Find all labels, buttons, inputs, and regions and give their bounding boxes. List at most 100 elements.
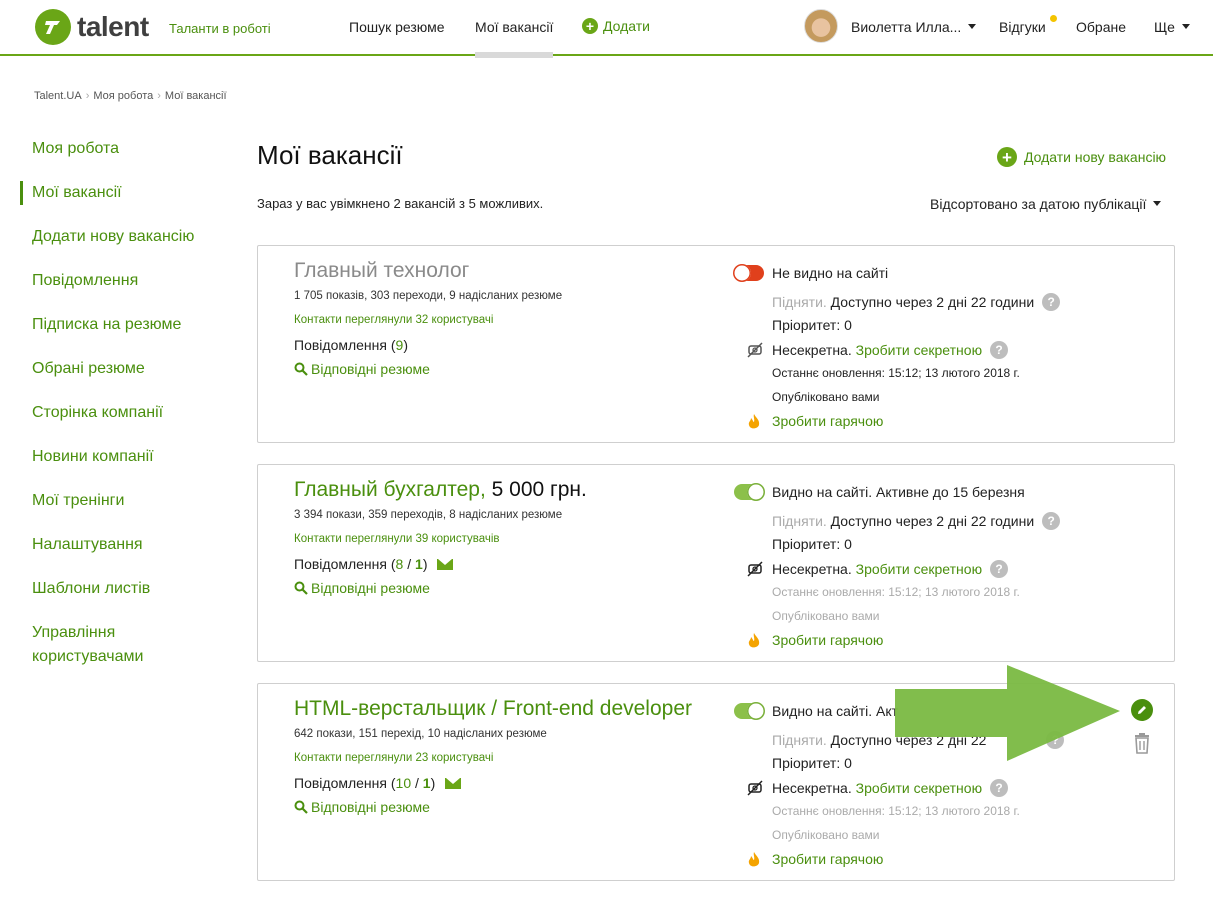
sidebar-item-company-news[interactable]: Новини компанії <box>20 445 230 469</box>
logo-text: talent <box>77 11 149 42</box>
sidebar-item-my-trainings[interactable]: Мої тренінги <box>20 489 230 513</box>
help-icon[interactable]: ? <box>990 779 1009 797</box>
breadcrumb: Talent.UA › Моя робота › Мої вакансії <box>34 90 227 102</box>
breadcrumb-my-work[interactable]: Моя робота <box>93 90 153 102</box>
visibility-toggle[interactable] <box>734 483 765 501</box>
breadcrumb-home[interactable]: Talent.UA <box>34 90 82 102</box>
breadcrumb-separator-icon: › <box>85 90 90 102</box>
secret-row: Несекретна. Зробити секретною ? <box>772 341 1009 359</box>
delete-vacancy-button[interactable] <box>1132 732 1152 754</box>
matching-resumes-link[interactable]: Відповідні резюме <box>294 799 430 815</box>
vacancy-contacts-viewed[interactable]: Контакти переглянули 23 користувачі <box>294 752 493 764</box>
messages-count[interactable]: 8 <box>396 556 404 572</box>
published-by: Опубліковано вами <box>772 828 880 842</box>
sort-dropdown[interactable]: Відсортовано за датою публікації <box>930 196 1162 212</box>
visibility-row: Видно на сайті. Активне до 15 березня <box>734 483 1025 501</box>
last-update: Останнє оновлення: 15:12; 13 лютого 2018… <box>772 585 1020 599</box>
raise-link[interactable]: Підняти. <box>772 294 827 310</box>
site-logo[interactable]: talent <box>35 9 149 45</box>
sidebar-item-messages[interactable]: Повідомлення <box>20 269 230 293</box>
vacancy-contacts-viewed[interactable]: Контакти переглянули 32 користувачі <box>294 314 493 326</box>
chevron-down-icon <box>968 24 977 29</box>
raise-link[interactable]: Підняти. <box>772 513 827 529</box>
sidebar-item-settings[interactable]: Налаштування <box>20 533 230 557</box>
vacancies-summary: Зараз у вас увімкнено 2 вакансій з 5 мож… <box>257 196 544 211</box>
visibility-toggle[interactable] <box>733 264 764 282</box>
secret-row: Несекретна. Зробити секретною ? <box>772 779 1009 797</box>
help-icon[interactable]: ? <box>990 560 1009 578</box>
sidebar-item-letter-templates[interactable]: Шаблони листів <box>20 577 230 601</box>
nav-add-label: Додати <box>603 18 650 34</box>
nav-add-button[interactable]: + Додати <box>582 18 650 34</box>
make-secret-link[interactable]: Зробити секретною <box>856 780 982 796</box>
matching-resumes-link[interactable]: Відповідні резюме <box>294 580 430 596</box>
make-hot-link[interactable]: Зробити гарячою <box>772 413 883 429</box>
breadcrumb-separator-icon: › <box>157 90 161 102</box>
sidebar-item-company-page[interactable]: Сторінка компанії <box>20 401 230 425</box>
visibility-toggle[interactable] <box>734 702 765 720</box>
sidebar-item-my-vacancies[interactable]: Мої вакансії <box>20 181 230 205</box>
user-menu[interactable]: Виолетта Илла... <box>851 19 977 35</box>
vacancy-stats: 1 705 показів, 303 переходи, 9 надіслани… <box>294 290 563 302</box>
vacancy-card: Главный технолог 1 705 показів, 303 пере… <box>257 245 1175 443</box>
nav-more[interactable]: Ще <box>1154 19 1190 35</box>
raise-row: Підняти. Доступно через 2 дні 22 години … <box>772 512 1061 530</box>
vacancy-messages: Повідомлення (10 / 1) <box>294 775 462 791</box>
matching-resumes-label: Відповідні резюме <box>311 580 430 596</box>
breadcrumb-current: Мої вакансії <box>164 90 227 102</box>
top-header: talent Таланти в роботі Пошук резюме Мої… <box>0 0 1213 58</box>
vacancy-title[interactable]: HTML-верстальщик / Front-end developer <box>294 697 692 721</box>
raise-link[interactable]: Підняти. <box>772 732 827 748</box>
messages-new-count[interactable]: 1 <box>415 556 423 572</box>
matching-resumes-link[interactable]: Відповідні резюме <box>294 361 430 377</box>
notification-dot <box>1050 15 1057 22</box>
mail-icon[interactable] <box>445 777 462 789</box>
raise-availability: Доступно через 2 дні 22 години <box>830 513 1035 529</box>
nav-favorites[interactable]: Обране <box>1076 19 1126 35</box>
search-icon <box>294 800 308 814</box>
messages-count[interactable]: 10 <box>396 775 412 791</box>
add-new-vacancy-button[interactable]: + Додати нову вакансію <box>997 147 1166 167</box>
vacancy-contacts-viewed[interactable]: Контакти переглянули 39 користувачів <box>294 533 500 545</box>
vacancy-title[interactable]: Главный бухгалтер, 5 000 грн. <box>294 478 587 502</box>
nav-search-resumes[interactable]: Пошук резюме <box>349 19 445 35</box>
help-icon[interactable]: ? <box>1042 512 1061 530</box>
sidebar-item-resume-subscription[interactable]: Підписка на резюме <box>20 313 230 337</box>
vacancy-title[interactable]: Главный технолог <box>294 259 469 283</box>
messages-count[interactable]: 9 <box>396 337 404 353</box>
not-secret-label: Несекретна. <box>772 342 852 358</box>
mail-icon[interactable] <box>437 558 454 570</box>
vacancy-stats: 642 покази, 151 перехід, 10 надісланих р… <box>294 728 547 740</box>
messages-label: Повідомлення <box>294 775 387 791</box>
priority: Пріоритет: 0 <box>772 317 852 333</box>
nav-more-label: Ще <box>1154 19 1175 35</box>
nav-my-vacancies[interactable]: Мої вакансії <box>475 19 553 35</box>
page-title: Мої вакансії <box>257 140 403 170</box>
sidebar-item-my-work[interactable]: Моя робота <box>20 137 230 161</box>
sidebar-item-favorite-resumes[interactable]: Обрані резюме <box>20 357 230 381</box>
last-update: Останнє оновлення: 15:12; 13 лютого 2018… <box>772 366 1020 380</box>
make-hot-link[interactable]: Зробити гарячою <box>772 632 883 648</box>
trash-icon <box>1135 733 1149 754</box>
make-hot-link[interactable]: Зробити гарячою <box>772 851 883 867</box>
sidebar-item-user-management[interactable]: Управління користувачами <box>20 621 160 669</box>
vacancy-title-text: Главный бухгалтер, <box>294 478 486 501</box>
site-tagline: Таланти в роботі <box>169 21 271 36</box>
edit-vacancy-button[interactable] <box>1131 699 1153 721</box>
vacancy-stats: 3 394 покази, 359 переходів, 8 надіслани… <box>294 509 563 521</box>
priority: Пріоритет: 0 <box>772 536 852 552</box>
user-avatar[interactable] <box>804 9 838 43</box>
plus-circle-icon: + <box>582 18 598 34</box>
search-icon <box>294 362 308 376</box>
messages-new-count[interactable]: 1 <box>423 775 431 791</box>
help-icon[interactable]: ? <box>990 341 1009 359</box>
help-icon[interactable]: ? <box>1042 293 1061 311</box>
vacancy-messages: Повідомлення (9) <box>294 337 409 353</box>
sidebar-item-add-vacancy[interactable]: Додати нову вакансію <box>20 225 230 249</box>
visibility-status: Видно на сайті. Активне до 15 березня <box>772 484 1025 500</box>
secret-off-icon <box>747 342 763 358</box>
not-secret-label: Несекретна. <box>772 561 852 577</box>
make-secret-link[interactable]: Зробити секретною <box>856 561 982 577</box>
nav-responses[interactable]: Відгуки <box>999 19 1046 35</box>
make-secret-link[interactable]: Зробити секретною <box>856 342 982 358</box>
